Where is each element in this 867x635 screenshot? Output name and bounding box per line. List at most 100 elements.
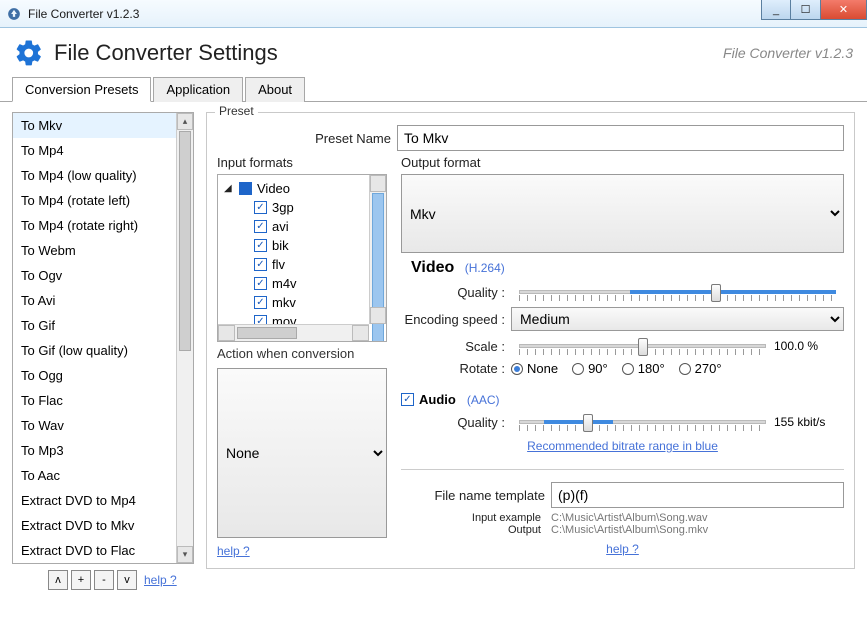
format-checkbox[interactable] <box>254 220 267 233</box>
preset-list-item[interactable]: Extract DVD to Flac <box>13 538 193 563</box>
preset-add-button[interactable]: + <box>71 570 91 590</box>
format-item-avi[interactable]: avi <box>220 217 367 236</box>
rotate-none-radio[interactable]: None <box>511 361 558 376</box>
tab-about[interactable]: About <box>245 77 305 102</box>
scale-slider[interactable] <box>519 335 766 357</box>
window-titlebar: File Converter v1.2.3 _ ☐ ✕ <box>0 0 867 28</box>
format-checkbox[interactable] <box>254 277 267 290</box>
scroll-down-arrow[interactable] <box>370 307 386 324</box>
rotate-180-radio[interactable]: 180° <box>622 361 665 376</box>
format-checkbox[interactable] <box>254 239 267 252</box>
scale-value: 100.0 % <box>774 339 844 353</box>
tab-application[interactable]: Application <box>153 77 243 102</box>
preset-list-item[interactable]: To Mp4 <box>13 138 193 163</box>
action-help-link[interactable]: help ? <box>217 544 250 558</box>
audio-section-label: Audio <box>419 392 456 407</box>
preset-list-item[interactable]: Extract DVD to Mp4 <box>13 488 193 513</box>
format-item-m4v[interactable]: m4v <box>220 274 367 293</box>
preset-list-item[interactable]: To Aac <box>13 463 193 488</box>
video-checkbox[interactable] <box>239 182 252 195</box>
preset-list-item[interactable]: To Mp4 (rotate right) <box>13 213 193 238</box>
format-label: mov <box>272 314 297 324</box>
filename-template-label: File name template <box>401 488 551 503</box>
audio-enabled-checkbox[interactable] <box>401 393 414 406</box>
format-item-mov[interactable]: mov <box>220 312 367 324</box>
output-example-label: Output <box>401 524 551 536</box>
format-checkbox[interactable] <box>254 201 267 214</box>
recommended-bitrate-link[interactable]: Recommended bitrate range in blue <box>527 439 718 453</box>
preset-list-item[interactable]: To Avi <box>13 288 193 313</box>
preset-list-item[interactable]: To Mkv <box>13 113 193 138</box>
preset-list-item[interactable]: To Ogg <box>13 363 193 388</box>
audio-quality-label: Quality : <box>401 415 511 430</box>
audio-quality-slider[interactable] <box>519 411 766 433</box>
scroll-up-arrow[interactable]: ▴ <box>177 113 193 130</box>
formats-vscrollbar[interactable] <box>369 175 386 324</box>
page-title: File Converter Settings <box>54 40 723 66</box>
format-label: mkv <box>272 295 296 310</box>
preset-list-footer: ʌ + - v help ? <box>12 564 194 590</box>
tree-collapse-icon[interactable]: ◢ <box>224 183 234 194</box>
preset-list-item[interactable]: Extract DVD to Mkv <box>13 513 193 538</box>
preset-list-item[interactable]: To Wav <box>13 413 193 438</box>
input-example-label: Input example <box>401 512 551 524</box>
input-formats-tree[interactable]: ◢ Video 3gpavibikflvm4vmkvmovmp4mpegogvv… <box>217 174 387 342</box>
scroll-thumb[interactable] <box>179 131 191 351</box>
preset-list-item[interactable]: To Mp3 <box>13 438 193 463</box>
scroll-up-arrow[interactable] <box>370 175 386 192</box>
preset-fieldset-legend: Preset <box>215 104 258 118</box>
audio-quality-value: 155 kbit/s <box>774 415 844 429</box>
audio-codec-label: (AAC) <box>467 393 500 407</box>
format-checkbox[interactable] <box>254 258 267 271</box>
gear-icon <box>14 38 44 68</box>
preset-remove-button[interactable]: - <box>94 570 114 590</box>
format-label: flv <box>272 257 285 272</box>
rotate-270-radio[interactable]: 270° <box>679 361 722 376</box>
app-icon <box>6 6 22 22</box>
preset-help-link[interactable]: help ? <box>144 573 177 587</box>
preset-move-down-button[interactable]: v <box>117 570 137 590</box>
preset-move-up-button[interactable]: ʌ <box>48 570 68 590</box>
window-minimize-button[interactable]: _ <box>761 0 791 20</box>
format-label: avi <box>272 219 289 234</box>
tab-conversion-presets[interactable]: Conversion Presets <box>12 77 151 102</box>
format-item-3gp[interactable]: 3gp <box>220 198 367 217</box>
preset-list-scrollbar[interactable]: ▴ ▾ <box>176 113 193 563</box>
preset-list-item[interactable]: To Mp4 (rotate left) <box>13 188 193 213</box>
preset-list-item[interactable]: To Webm <box>13 238 193 263</box>
output-format-select[interactable]: Mkv <box>401 174 844 253</box>
window-close-button[interactable]: ✕ <box>821 0 867 20</box>
rotate-label: Rotate : <box>401 361 511 376</box>
format-label: m4v <box>272 276 297 291</box>
template-help-link[interactable]: help ? <box>606 542 639 556</box>
window-maximize-button[interactable]: ☐ <box>791 0 821 20</box>
formats-hscrollbar[interactable] <box>218 324 369 341</box>
rotate-90-radio[interactable]: 90° <box>572 361 608 376</box>
filename-template-input[interactable] <box>551 482 844 508</box>
preset-list-item[interactable]: To Gif (low quality) <box>13 338 193 363</box>
preset-name-input[interactable] <box>397 125 844 151</box>
scroll-right-arrow[interactable] <box>352 325 369 341</box>
preset-list-item[interactable]: To Ogv <box>13 263 193 288</box>
scroll-left-arrow[interactable] <box>218 325 235 341</box>
format-checkbox[interactable] <box>254 315 267 324</box>
window-title: File Converter v1.2.3 <box>28 7 139 21</box>
scroll-thumb[interactable] <box>237 327 297 339</box>
format-item-mkv[interactable]: mkv <box>220 293 367 312</box>
page-header: File Converter Settings File Converter v… <box>0 28 867 76</box>
format-item-flv[interactable]: flv <box>220 255 367 274</box>
encoding-speed-select[interactable]: Medium <box>511 307 844 331</box>
scroll-down-arrow[interactable]: ▾ <box>177 546 193 563</box>
video-quality-slider[interactable] <box>519 281 836 303</box>
format-label: 3gp <box>272 200 294 215</box>
tree-node-video[interactable]: ◢ Video <box>220 179 367 198</box>
format-item-bik[interactable]: bik <box>220 236 367 255</box>
format-checkbox[interactable] <box>254 296 267 309</box>
preset-list-item[interactable]: To Gif <box>13 313 193 338</box>
preset-list-item[interactable]: To Mp4 (low quality) <box>13 163 193 188</box>
action-label: Action when conversion <box>217 346 387 361</box>
preset-listbox[interactable]: To MkvTo Mp4To Mp4 (low quality)To Mp4 (… <box>12 112 194 564</box>
action-when-conversion-select[interactable]: None <box>217 368 387 538</box>
product-label: File Converter v1.2.3 <box>723 45 853 61</box>
preset-list-item[interactable]: To Flac <box>13 388 193 413</box>
